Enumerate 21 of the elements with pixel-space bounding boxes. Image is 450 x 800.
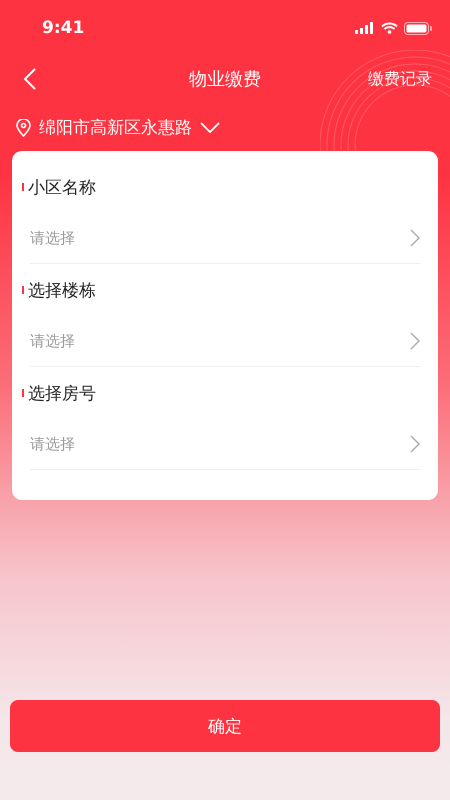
field-label: 小区名称 — [28, 176, 96, 198]
chevron-down-icon[interactable] — [200, 122, 220, 133]
location-pin-icon — [16, 118, 31, 136]
payment-records-link[interactable]: 缴费记录 — [368, 68, 432, 90]
status-time: 9:41 — [42, 18, 84, 38]
chevron-right-icon[interactable] — [410, 435, 420, 453]
chevron-right-icon[interactable] — [410, 332, 420, 350]
select-field[interactable]: 请选择 — [30, 332, 410, 350]
back-button[interactable] — [24, 68, 36, 90]
select-field[interactable]: 请选择 — [30, 435, 410, 453]
chevron-right-icon[interactable] — [410, 229, 420, 247]
field-label: 选择楼栋 — [28, 280, 96, 302]
select-field[interactable]: 请选择 — [30, 229, 410, 247]
battery-icon — [404, 22, 432, 34]
signal-icon — [355, 22, 375, 34]
back-icon — [24, 68, 36, 90]
location-text[interactable]: 绵阳市高新区永惠路 — [39, 116, 192, 139]
page-title: 物业缴费 — [189, 68, 261, 91]
confirm-button[interactable]: 确定 — [10, 700, 440, 752]
wifi-icon — [381, 22, 398, 34]
field-label: 选择房号 — [28, 382, 96, 404]
